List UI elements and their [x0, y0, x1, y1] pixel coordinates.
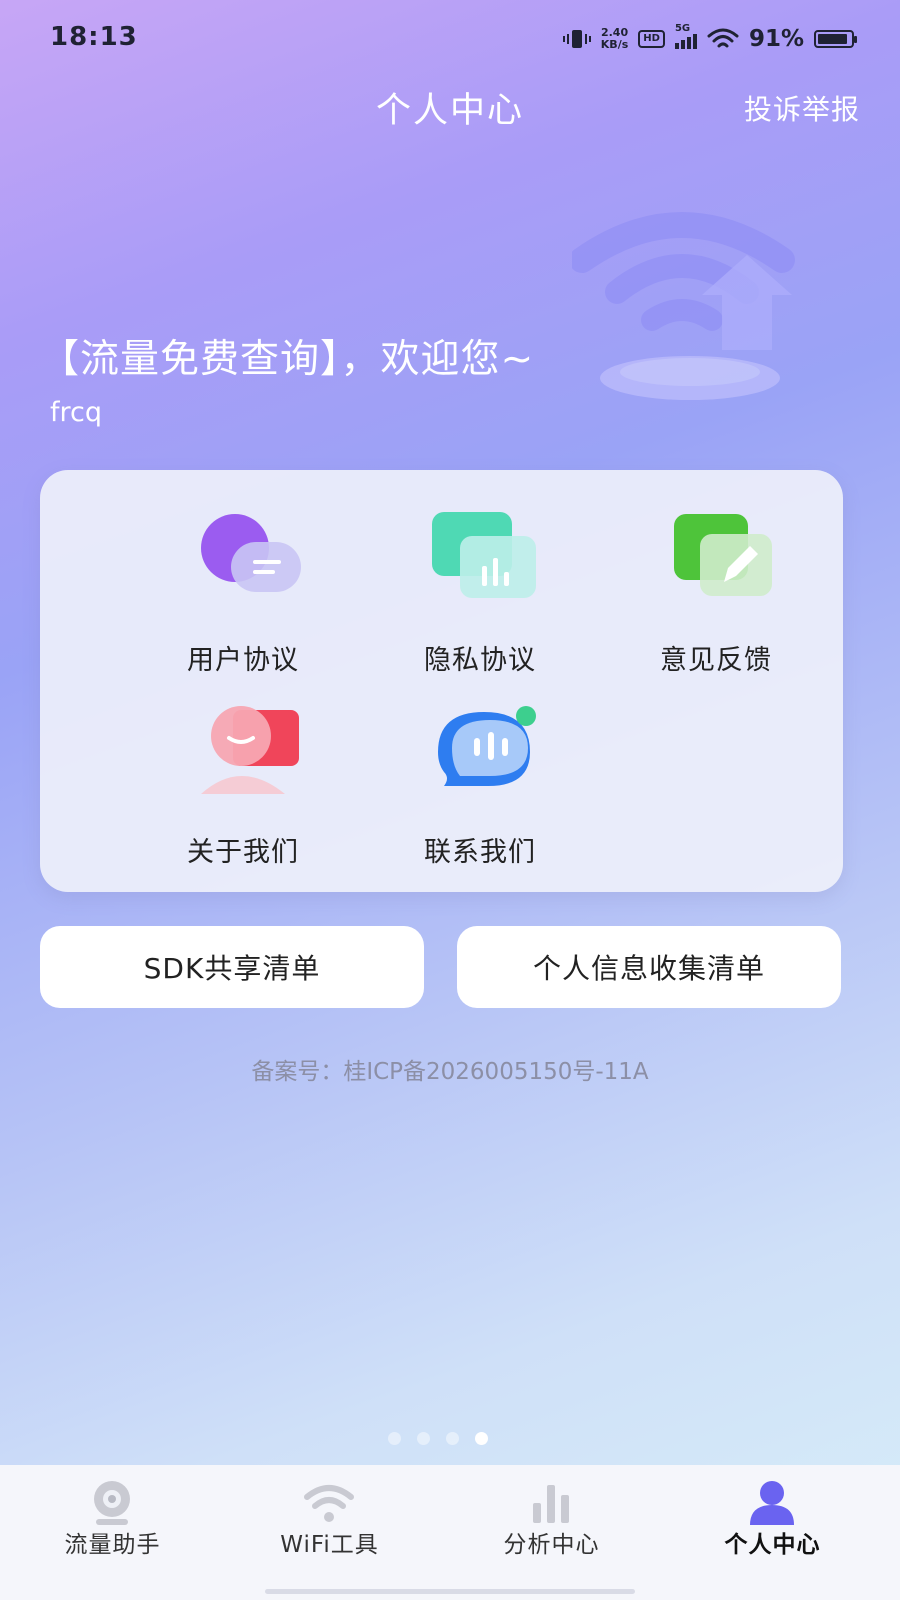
tab-label: 分析中心 [503, 1532, 600, 1558]
tab-label: WiFi工具 [280, 1532, 379, 1558]
status-icons: 2.40 KB/s HD 5G 91% [562, 22, 857, 56]
status-bar: 18:13 2.40 KB/s HD 5G 91% [0, 0, 900, 78]
chart-card-icon [432, 512, 536, 598]
battery-level [818, 34, 847, 44]
menu-item-privacy-agreement[interactable]: 隐私协议 [380, 510, 580, 680]
battery-percent: 91% [748, 26, 804, 52]
menu-item-about-us[interactable]: 关于我们 [143, 702, 343, 872]
tab-wifi-tools[interactable]: WiFi工具 [217, 1465, 442, 1565]
bottom-tab-bar: 流量助手 WiFi工具 分析中心 个人中心 [0, 1465, 900, 1600]
status-time: 18:13 [50, 22, 138, 52]
signal-icon: 5G [674, 23, 697, 49]
vibrate-icon [562, 30, 591, 48]
welcome-text: 【流量免费查询】，欢迎您~ [40, 337, 535, 382]
network-speed: 2.40 KB/s [601, 27, 628, 51]
tab-analysis-center[interactable]: 分析中心 [439, 1465, 664, 1565]
home-indicator[interactable] [265, 1589, 635, 1594]
bar-chart-icon [533, 1485, 569, 1523]
page-indicator [388, 1432, 488, 1445]
camera-icon [94, 1481, 130, 1525]
network-speed-unit: KB/s [600, 38, 629, 51]
hd-badge: HD [638, 30, 665, 48]
tab-label: 流量助手 [64, 1532, 161, 1558]
tab-label: 个人中心 [724, 1532, 821, 1558]
page-dot [446, 1432, 459, 1445]
menu-label: 关于我们 [187, 837, 299, 868]
personal-info-list-button[interactable]: 个人信息收集清单 [457, 926, 841, 1008]
menu-label: 意见反馈 [660, 645, 772, 676]
menu-item-user-agreement[interactable]: 用户协议 [143, 510, 343, 680]
menu-item-contact-us[interactable]: 联系我们 [380, 702, 580, 872]
menu-item-feedback[interactable]: 意见反馈 [616, 510, 816, 680]
report-button[interactable]: 投诉举报 [744, 88, 860, 128]
sdk-share-list-button[interactable]: SDK共享清单 [40, 926, 424, 1008]
person-icon [750, 1481, 794, 1525]
wifi-status-icon [707, 28, 739, 48]
menu-label: 用户协议 [187, 645, 299, 676]
tab-traffic-assistant[interactable]: 流量助手 [0, 1465, 225, 1565]
network-type: 5G [674, 23, 691, 34]
menu-card: 用户协议 隐私协议 意见反馈 关于我们 联系我们 [40, 470, 843, 892]
message-contact-icon [438, 706, 536, 786]
wifi-icon [304, 1485, 354, 1522]
page-dot [388, 1432, 401, 1445]
menu-label: 联系我们 [424, 837, 536, 868]
edit-note-icon [674, 514, 772, 596]
wifi-upload-illustration [572, 212, 795, 400]
page-dot-active [475, 1432, 488, 1445]
chat-bubble-icon [201, 514, 301, 592]
username: frcq [50, 397, 102, 428]
smile-profile-icon [201, 706, 299, 794]
battery-icon [814, 30, 857, 48]
page-dot [417, 1432, 430, 1445]
icp-record: 备案号：桂ICP备2026005150号-11A [251, 1059, 649, 1085]
tab-personal-center[interactable]: 个人中心 [660, 1465, 885, 1565]
menu-label: 隐私协议 [424, 645, 536, 676]
